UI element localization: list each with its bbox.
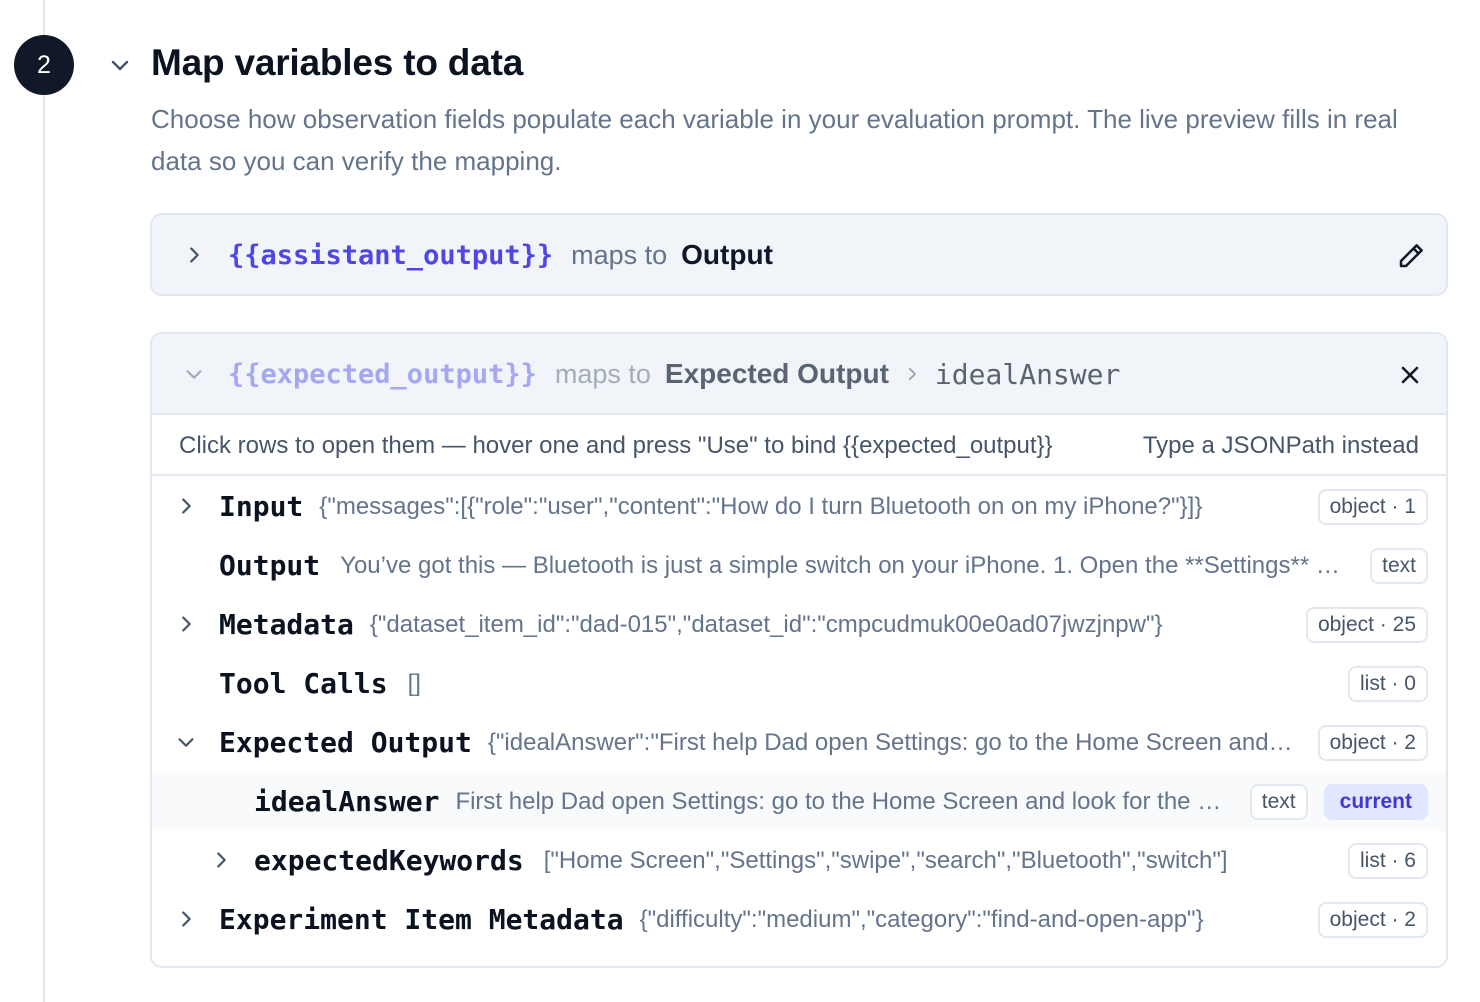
- row-key: Experiment Item Metadata: [219, 903, 624, 936]
- hint-bar: Click rows to open them — hover one and …: [152, 415, 1446, 476]
- hint-text: Click rows to open them — hover one and …: [179, 432, 1053, 459]
- close-icon: [1401, 366, 1419, 384]
- row-key: Tool Calls: [219, 667, 388, 700]
- tree-row-metadata[interactable]: Metadata {"dataset_item_id":"dad-015","d…: [152, 595, 1446, 654]
- chevron-right-icon[interactable]: [174, 612, 198, 636]
- tree-row-output[interactable]: Output You’ve got this — Bluetooth is ju…: [152, 536, 1446, 595]
- timeline-line: [43, 0, 45, 1002]
- row-value: First help Dad open Settings: go to the …: [455, 787, 1227, 815]
- type-badge: object · 2: [1317, 901, 1428, 938]
- tree-row-experiment-item-metadata[interactable]: Experiment Item Metadata {"difficulty":"…: [152, 890, 1446, 949]
- row-key: idealAnswer: [254, 785, 440, 818]
- close-mapping-button[interactable]: [1394, 359, 1426, 391]
- maps-to-label: maps to: [554, 358, 651, 389]
- row-value: {"dataset_item_id":"dad-015","dataset_id…: [369, 610, 1163, 638]
- type-badge: object · 25: [1305, 606, 1428, 643]
- chevron-down-icon[interactable]: [182, 362, 206, 386]
- tree-row-expected-output[interactable]: Expected Output {"idealAnswer":"First he…: [152, 713, 1446, 772]
- tree-row-input[interactable]: Input {"messages":[{"role":"user","conte…: [152, 477, 1446, 536]
- variable-name: {{expected_output}}: [228, 358, 537, 390]
- row-value: {"messages":[{"role":"user","content":"H…: [319, 492, 1203, 520]
- jsonpath-link[interactable]: Type a JSONPath instead: [1143, 432, 1419, 460]
- edit-mapping-button[interactable]: [1394, 239, 1428, 273]
- row-key: expectedKeywords: [254, 844, 524, 877]
- tree-row-expected-keywords[interactable]: expectedKeywords ["Home Screen","Setting…: [152, 831, 1446, 890]
- chevron-right-icon: [903, 365, 921, 383]
- mapping-target: Expected Output: [664, 358, 889, 389]
- chevron-down-icon[interactable]: [174, 730, 198, 754]
- chevron-down-icon: [111, 60, 129, 71]
- mapping-card-assistant-output[interactable]: {{assistant_output}} maps to Output: [150, 213, 1448, 296]
- section-description: Choose how observation fields populate e…: [151, 104, 1398, 176]
- maps-to-label: maps to: [571, 239, 668, 270]
- section-collapse-toggle[interactable]: [107, 52, 133, 78]
- row-value: ["Home Screen","Settings","swipe","searc…: [543, 846, 1228, 874]
- type-badge: text: [1249, 783, 1308, 820]
- mapping-header[interactable]: {{expected_output}} maps to Expected Out…: [152, 334, 1446, 415]
- chevron-right-icon[interactable]: [209, 848, 233, 872]
- row-key: Metadata: [219, 608, 354, 641]
- chevron-right-icon[interactable]: [182, 243, 206, 267]
- row-key: Output: [219, 549, 321, 582]
- row-value: []: [407, 669, 421, 697]
- row-value: {"difficulty":"medium","category":"find-…: [639, 905, 1204, 933]
- current-binding-badge: current: [1323, 783, 1428, 820]
- type-badge: text: [1370, 547, 1428, 584]
- row-key: Input: [219, 490, 304, 523]
- row-value: You’ve got this — Bluetooth is just a si…: [340, 551, 1349, 579]
- type-badge: list · 6: [1347, 842, 1428, 879]
- type-badge: object · 1: [1317, 488, 1428, 525]
- variable-name: {{assistant_output}}: [228, 239, 554, 271]
- type-badge: list · 0: [1347, 665, 1428, 702]
- chevron-right-icon[interactable]: [174, 494, 198, 518]
- mapping-target: Output: [681, 239, 773, 270]
- row-key: Expected Output: [219, 726, 472, 759]
- mapping-path-leaf: idealAnswer: [934, 357, 1121, 391]
- step-number-badge: 2: [14, 35, 74, 95]
- mapping-card-expected-output: {{expected_output}} maps to Expected Out…: [150, 332, 1448, 968]
- tree-row-ideal-answer[interactable]: idealAnswer First help Dad open Settings…: [152, 772, 1446, 831]
- field-tree: Input {"messages":[{"role":"user","conte…: [152, 477, 1446, 949]
- type-badge: object · 2: [1317, 724, 1428, 761]
- section-title: Map variables to data: [151, 42, 524, 83]
- pencil-icon: [1399, 244, 1423, 268]
- row-value: {"idealAnswer":"First help Dad open Sett…: [487, 728, 1296, 756]
- tree-row-tool-calls[interactable]: Tool Calls [] list · 0: [152, 654, 1446, 713]
- chevron-right-icon[interactable]: [174, 907, 198, 931]
